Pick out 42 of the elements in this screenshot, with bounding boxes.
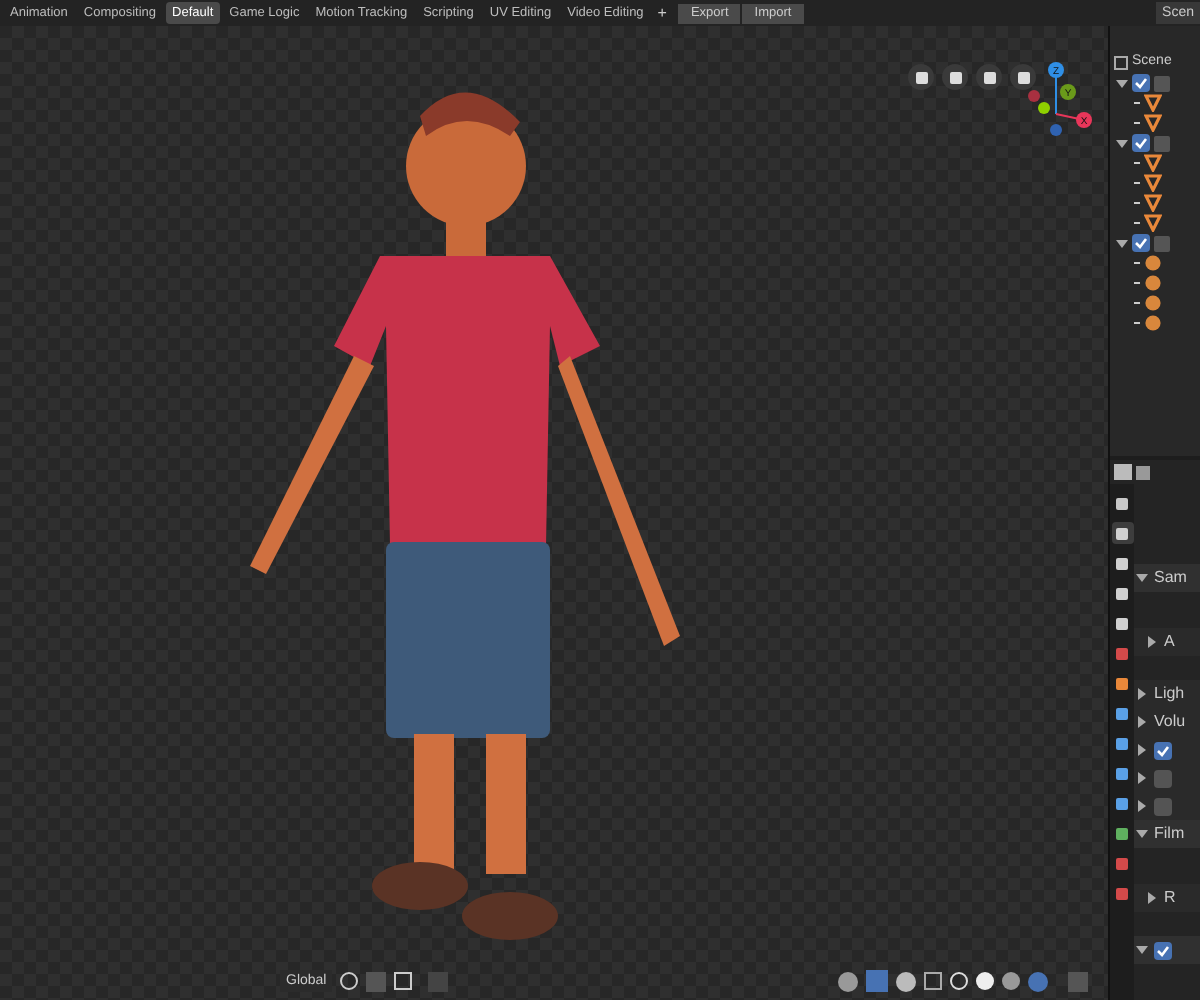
panel-title: R <box>1164 886 1176 910</box>
panel-title: Ligh <box>1154 682 1185 706</box>
panel-header[interactable]: A <box>1134 628 1200 656</box>
panel-header[interactable]: Volu <box>1134 708 1200 736</box>
panel-header[interactable]: Sam <box>1134 564 1200 592</box>
checkbox[interactable] <box>1132 234 1150 252</box>
collapsed-arrow-icon[interactable] <box>1136 744 1148 756</box>
expanded-arrow-icon[interactable] <box>1116 137 1128 149</box>
expanded-arrow-icon[interactable] <box>1116 237 1128 249</box>
panel-header[interactable]: R <box>1134 884 1200 912</box>
expanded-arrow-icon[interactable] <box>1116 77 1128 89</box>
collapsed-arrow-icon[interactable] <box>1136 800 1148 812</box>
checkbox[interactable] <box>1154 941 1172 959</box>
checkbox[interactable] <box>1154 769 1172 787</box>
xray-icon[interactable] <box>924 972 942 990</box>
collapsed-arrow-icon[interactable] <box>1146 636 1158 648</box>
panel-title: Sam <box>1154 566 1187 590</box>
collapsed-arrow-icon[interactable] <box>1146 892 1158 904</box>
panel-header[interactable] <box>1134 936 1200 964</box>
expanded-arrow-icon[interactable] <box>1136 944 1148 956</box>
expanded-arrow-icon[interactable] <box>1136 572 1148 584</box>
collapsed-arrow-icon[interactable] <box>1136 772 1148 784</box>
rendered-shading-icon[interactable] <box>1028 971 1048 991</box>
panel-header[interactable]: Film <box>1134 820 1200 848</box>
checkbox[interactable] <box>1132 74 1150 92</box>
solid-shading-icon[interactable] <box>976 972 994 990</box>
panel-title: Film <box>1154 822 1185 846</box>
collapsed-arrow-icon[interactable] <box>1136 716 1148 728</box>
scene-icon <box>1114 56 1128 70</box>
checkbox[interactable] <box>1132 134 1150 152</box>
pivot-icon[interactable] <box>340 972 359 990</box>
add-workspace-button[interactable]: + <box>653 1 671 25</box>
wireframe-shading-icon[interactable] <box>950 972 968 990</box>
checkbox[interactable] <box>1154 797 1172 815</box>
checkbox[interactable] <box>1154 741 1172 759</box>
material-shading-icon[interactable] <box>1002 972 1020 990</box>
collapsed-arrow-icon[interactable] <box>1136 688 1148 700</box>
panel-title: Volu <box>1154 710 1186 734</box>
panel-header[interactable] <box>1134 792 1200 820</box>
expanded-arrow-icon[interactable] <box>1136 828 1148 840</box>
panel-header[interactable]: Ligh <box>1134 680 1200 708</box>
panel-title: A <box>1164 630 1175 654</box>
